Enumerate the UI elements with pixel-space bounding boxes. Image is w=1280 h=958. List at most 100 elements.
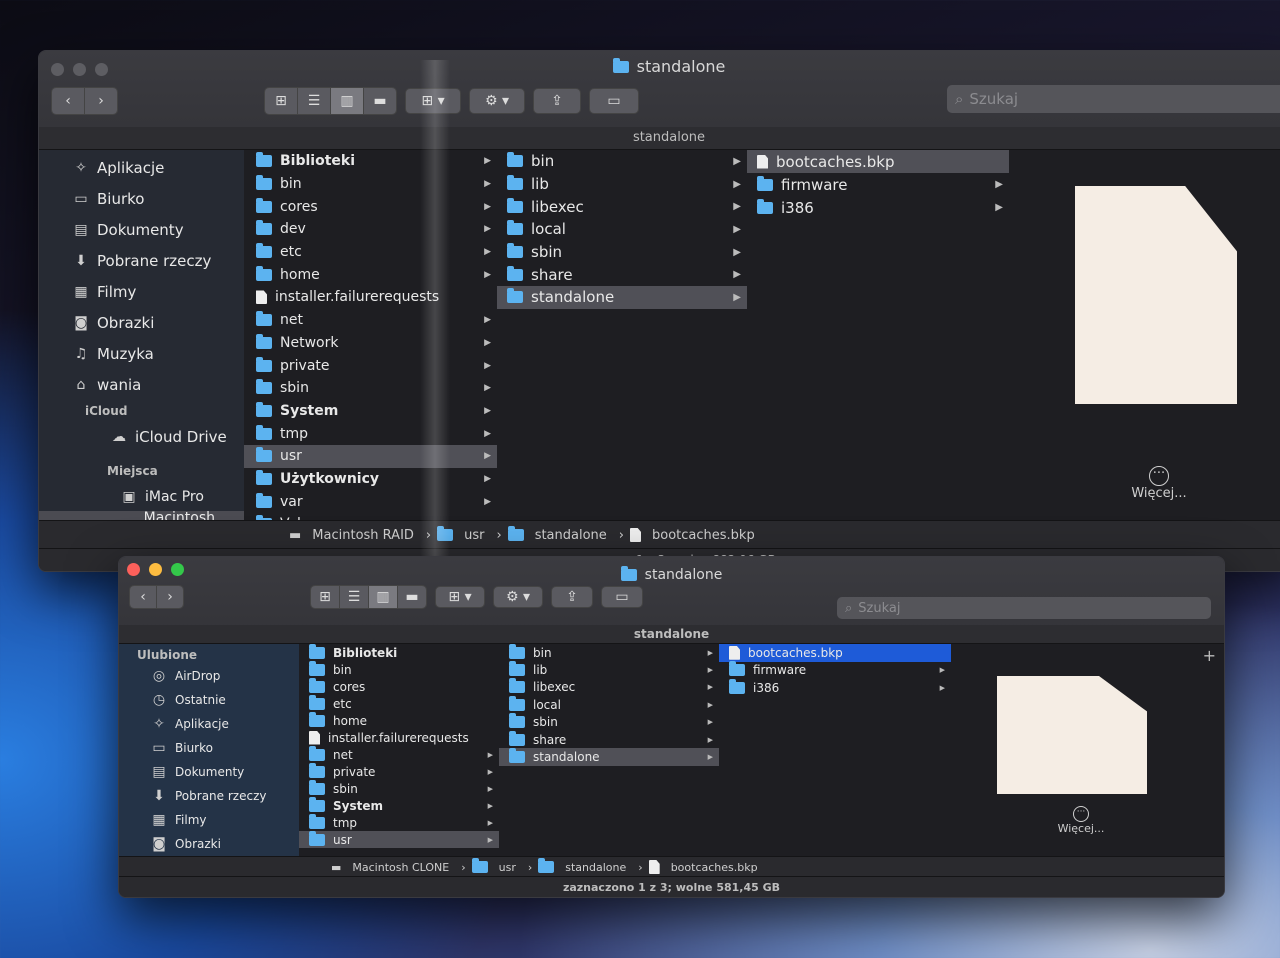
list-item[interactable]: var ▶ (244, 490, 497, 513)
sidebar-item-dokumenty[interactable]: ▤ Dokumenty (119, 760, 299, 784)
forward-button[interactable]: › (157, 586, 183, 608)
share-button[interactable]: ⇪ (551, 586, 593, 608)
back-button[interactable]: ‹ (130, 586, 157, 608)
breadcrumb-item[interactable]: bootcaches.bkp (630, 528, 761, 543)
list-item[interactable]: libexec ▶ (497, 195, 747, 218)
list-item[interactable]: firmware ▶ (747, 173, 1009, 196)
list-item[interactable]: bin (299, 660, 499, 678)
list-item[interactable]: System ▶ (299, 796, 499, 814)
breadcrumb-item[interactable]: standalone (507, 526, 613, 543)
sidebar-item-aplikacje[interactable]: ✧ Aplikacje (119, 712, 299, 736)
sidebar-item-biurko[interactable]: ▭ Biurko (119, 736, 299, 760)
gallery-view-button[interactable]: ▬ (364, 88, 396, 114)
list-item[interactable]: bootcaches.bkp (719, 644, 951, 662)
back-button[interactable]: ‹ (52, 88, 85, 114)
sidebar-item-biurko[interactable]: ▭ Biurko (39, 183, 244, 214)
list-view-button[interactable]: ☰ (340, 586, 369, 608)
add-button[interactable]: + (1203, 646, 1216, 665)
list-item[interactable]: local ▶ (497, 218, 747, 241)
list-item[interactable]: local ▶ (499, 695, 719, 713)
gallery-view-button[interactable]: ▬ (398, 586, 426, 608)
list-item[interactable]: home (299, 711, 499, 729)
tags-button[interactable]: ▭ (589, 88, 639, 114)
sidebar-item-wania[interactable]: ⌂ wania (39, 369, 244, 400)
list-item[interactable]: lib ▶ (499, 661, 719, 678)
breadcrumb-item[interactable]: usr (437, 526, 490, 543)
column-view-button[interactable]: ▥ (331, 88, 364, 114)
list-item[interactable]: cores ▶ (244, 195, 497, 218)
list-item[interactable]: libexec ▶ (499, 678, 719, 696)
list-item[interactable]: cores (299, 677, 499, 695)
share-button[interactable]: ⇪ (533, 88, 581, 114)
list-item[interactable]: Biblioteki ▶ (244, 150, 497, 173)
sidebar-item-obrazki[interactable]: ◙ Obrazki (119, 832, 299, 856)
more-button[interactable]: ··· Więcej... (1089, 466, 1229, 501)
list-item[interactable]: net ▶ (244, 309, 497, 332)
sidebar-item-airdrop[interactable]: ◎ AirDrop (119, 664, 299, 688)
list-item[interactable]: tmp ▶ (244, 422, 497, 445)
breadcrumb-item[interactable]: ▬ Macintosh CLONE (331, 861, 455, 874)
sidebar-item-icloud-drive[interactable]: ☁ iCloud Drive (39, 422, 244, 452)
list-item[interactable]: System ▶ (244, 400, 497, 423)
list-item[interactable]: net ▶ (299, 745, 499, 763)
column-view-button[interactable]: ▥ (369, 586, 398, 608)
group-button[interactable]: ⊞ ▾ (435, 586, 485, 608)
list-item[interactable]: bin ▶ (497, 150, 747, 173)
list-item[interactable]: usr ▶ (299, 830, 499, 848)
list-item[interactable]: standalone ▶ (497, 286, 747, 309)
list-item[interactable]: bin ▶ (499, 644, 719, 661)
list-item[interactable]: i386 ▶ (747, 196, 1009, 219)
list-item[interactable]: usr ▶ (244, 444, 497, 468)
list-item[interactable]: Użytkownicy ▶ (244, 468, 497, 491)
breadcrumb-item[interactable]: bootcaches.bkp (648, 860, 764, 874)
list-item[interactable]: dev ▶ (244, 218, 497, 241)
sidebar-item-aplikacje[interactable]: ✧ Aplikacje (39, 152, 244, 183)
forward-button[interactable]: › (85, 88, 117, 114)
sidebar-item-filmy[interactable]: ▦ Filmy (39, 276, 244, 307)
list-item[interactable]: share ▶ (499, 730, 719, 748)
list-item[interactable]: etc ▶ (244, 241, 497, 264)
list-item[interactable]: sbin ▶ (497, 241, 747, 264)
list-item[interactable]: Network ▶ (244, 332, 497, 355)
list-item[interactable]: sbin ▶ (244, 377, 497, 400)
list-item[interactable]: sbin ▶ (499, 713, 719, 731)
list-item[interactable]: standalone ▶ (499, 748, 719, 766)
tags-button[interactable]: ▭ (601, 586, 643, 608)
list-item[interactable]: private ▶ (299, 762, 499, 780)
search-field[interactable]: ⌕ Szukaj (837, 597, 1211, 619)
action-button[interactable]: ⚙ ▾ (493, 586, 543, 608)
list-item[interactable]: private ▶ (244, 354, 497, 377)
list-item[interactable]: bootcaches.bkp (747, 150, 1009, 173)
group-button[interactable]: ⊞ ▾ (405, 88, 461, 114)
list-item[interactable]: tmp ▶ (299, 813, 499, 831)
list-item[interactable]: lib ▶ (497, 173, 747, 196)
list-item[interactable]: home ▶ (244, 263, 497, 286)
sidebar-item-obrazki[interactable]: ◙ Obrazki (39, 307, 244, 338)
sidebar-item-muzyka[interactable]: ♫ Muzyka (39, 338, 244, 369)
list-item[interactable]: sbin ▶ (299, 779, 499, 797)
list-item[interactable]: Biblioteki (299, 644, 499, 661)
list-view-button[interactable]: ☰ (298, 88, 331, 114)
list-item[interactable]: share ▶ (497, 263, 747, 286)
breadcrumb-item[interactable]: ▬ Macintosh RAID (289, 528, 420, 543)
list-item[interactable]: firmware ▶ (719, 661, 951, 680)
sidebar-item-pobrane-rzeczy[interactable]: ⬇ Pobrane rzeczy (39, 245, 244, 276)
sidebar-item-filmy[interactable]: ▦ Filmy (119, 808, 299, 832)
breadcrumb-item[interactable]: standalone (538, 858, 632, 874)
list-item[interactable]: installer.failurerequests (244, 286, 497, 309)
sidebar-item-ostatnie[interactable]: ◷ Ostatnie (119, 688, 299, 712)
search-field[interactable]: ⌕ Szukaj (947, 85, 1280, 113)
icon-view-button[interactable]: ⊞ (311, 586, 340, 608)
sidebar-item-imac-pro[interactable]: ▣ iMac Pro (39, 482, 244, 511)
icon-view-button[interactable]: ⊞ (265, 88, 298, 114)
status-bar: zaznaczono 1 z 3; wolne 581,45 GB (119, 876, 1224, 897)
list-item[interactable]: etc (299, 694, 499, 712)
list-item[interactable]: installer.failurerequests (299, 729, 499, 746)
list-item[interactable]: bin ▶ (244, 173, 497, 196)
list-item[interactable]: i386 ▶ (719, 678, 951, 697)
breadcrumb-item[interactable]: usr (471, 858, 522, 874)
sidebar-item-pobrane-rzeczy[interactable]: ⬇ Pobrane rzeczy (119, 784, 299, 808)
action-button[interactable]: ⚙ ▾ (469, 88, 525, 114)
more-button[interactable]: ··· Więcej... (1011, 804, 1151, 835)
sidebar-item-dokumenty[interactable]: ▤ Dokumenty (39, 214, 244, 245)
